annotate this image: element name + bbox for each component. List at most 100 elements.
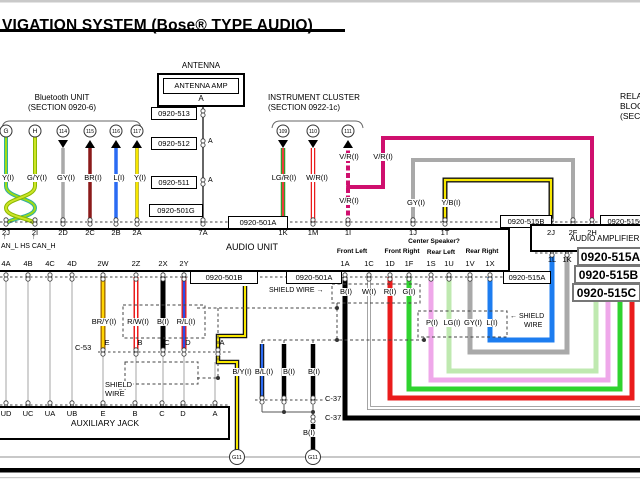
inline-a-1: A bbox=[208, 138, 213, 145]
junction-dot bbox=[346, 185, 350, 189]
wl-yb: Y/B(I) bbox=[440, 199, 461, 207]
connector-symbol bbox=[443, 218, 447, 222]
connector-symbol bbox=[407, 277, 411, 281]
connector-symbol bbox=[216, 348, 220, 352]
connector-symbol bbox=[133, 401, 137, 405]
antenna-label: ANTENNA bbox=[182, 62, 220, 70]
connector-symbol bbox=[26, 273, 30, 277]
connector-symbol bbox=[429, 277, 433, 281]
connector-symbol bbox=[213, 401, 217, 405]
arrow-down-icon bbox=[58, 140, 68, 148]
connector-symbol bbox=[260, 400, 264, 404]
connector-symbol bbox=[101, 352, 105, 356]
aux-jack-pins-UD: UD bbox=[1, 410, 12, 418]
connector-symbol bbox=[48, 277, 52, 281]
wl-lgr: LG/R(I) bbox=[271, 174, 298, 182]
audio-unit-bottom-pins-1C: 1C bbox=[364, 260, 374, 268]
terminal-label: 117 bbox=[133, 129, 141, 135]
audio-unit-bottom-pins-2X: 2X bbox=[158, 260, 167, 268]
audio-unit-bottom-pins-4C: 4C bbox=[45, 260, 55, 268]
aux-jack-pins-UC: UC bbox=[23, 410, 34, 418]
bluetooth-name: Bluetooth UNIT bbox=[35, 94, 90, 102]
connector-symbol bbox=[260, 396, 264, 400]
wl-bt-l: L(I) bbox=[112, 174, 125, 182]
connector-symbol bbox=[134, 273, 138, 277]
amplifier-top-pins-2F: 2F bbox=[569, 229, 578, 237]
connector-symbol bbox=[388, 277, 392, 281]
connector-symbol bbox=[33, 222, 37, 226]
audio-unit-bottom-pins-2Z: 2Z bbox=[132, 260, 141, 268]
connector-symbol bbox=[160, 401, 164, 405]
connector-symbol bbox=[161, 348, 165, 352]
audio-unit-bottom-pins-1D: 1D bbox=[385, 260, 395, 268]
inline-a-2: A bbox=[208, 177, 213, 184]
code-0920-512: 0920-512 bbox=[151, 137, 197, 150]
rear-left-label: Rear Left bbox=[427, 250, 455, 257]
connector-symbol bbox=[101, 277, 105, 281]
connector-symbol bbox=[101, 401, 105, 405]
relay-line2: BLOCK bbox=[620, 102, 640, 111]
connector-symbol bbox=[161, 352, 165, 356]
wl-bt-gy: GY(I) bbox=[56, 174, 76, 182]
terminal-label: 114 bbox=[59, 129, 67, 135]
audio-unit-bottom-pins-2Y: 2Y bbox=[179, 260, 188, 268]
wl-wr: W/R(I) bbox=[305, 174, 329, 182]
wl-bt-br: BR(I) bbox=[83, 174, 103, 182]
connector-symbol bbox=[411, 222, 415, 226]
c37-label-2: C-37 bbox=[325, 414, 341, 422]
cluster-section: (SECTION 0922-1c) bbox=[268, 104, 340, 112]
audio-unit-top-pins-2D: 2D bbox=[58, 229, 68, 237]
front-left-label: Front Left bbox=[337, 249, 367, 256]
antenna-amp-box: ANTENNA AMP bbox=[163, 78, 239, 94]
audio-unit-top-pins-2C: 2C bbox=[85, 229, 95, 237]
wl-bry: BR/Y(I) bbox=[91, 318, 118, 326]
aux-jack-pins-C: C bbox=[159, 410, 164, 418]
c53-pins-D: D bbox=[185, 339, 190, 347]
audio-unit-bottom-pins-4A: 4A bbox=[1, 260, 10, 268]
connector-symbol bbox=[48, 273, 52, 277]
connector-symbol bbox=[590, 218, 594, 222]
wl-b2x: B(I) bbox=[156, 318, 170, 326]
connector-symbol bbox=[161, 277, 165, 281]
connector-symbol bbox=[367, 277, 371, 281]
connector-symbol bbox=[311, 419, 315, 423]
connector-symbol bbox=[101, 273, 105, 277]
audio-unit-bottom-pins-1S: 1S bbox=[426, 260, 435, 268]
audio-unit-top-pins-1T: 1T bbox=[441, 229, 450, 237]
wl-spk-l: L(I) bbox=[485, 319, 498, 327]
wl-rw: R/W(I) bbox=[126, 318, 150, 326]
audio-unit-top-pins-2I: 2I bbox=[32, 229, 38, 237]
audio-unit-bottom-pins-2W: 2W bbox=[97, 260, 108, 268]
audio-unit-bottom-pins-1X: 1X bbox=[485, 260, 494, 268]
code-0920-511: 0920-511 bbox=[151, 176, 197, 189]
terminal-label: G bbox=[3, 128, 8, 135]
connector-symbol bbox=[182, 348, 186, 352]
audio-unit-bottom-pins-1V: 1V bbox=[465, 260, 474, 268]
aux-jack-pins-UA: UA bbox=[45, 410, 55, 418]
audio-unit-top-pins-7A: 7A bbox=[198, 229, 207, 237]
connector-symbol bbox=[346, 222, 350, 226]
connector-symbol bbox=[282, 400, 286, 404]
arrow-up-icon bbox=[343, 140, 353, 148]
connector-symbol bbox=[201, 139, 205, 143]
relay-line3: (SECTION bbox=[620, 112, 640, 121]
connector-symbol bbox=[388, 273, 392, 277]
c53-pins-B: B bbox=[137, 339, 142, 347]
connector-symbol bbox=[4, 222, 8, 226]
wire-drain-join bbox=[262, 405, 313, 416]
wl-spk-r: R(I) bbox=[383, 288, 398, 296]
connector-symbol bbox=[134, 348, 138, 352]
code-0920-501B: 0920-501B bbox=[190, 271, 258, 284]
terminal-label: 116 bbox=[112, 129, 120, 135]
rear-right-label: Rear Right bbox=[466, 249, 499, 256]
audio-unit-bottom-pins-1U: 1U bbox=[444, 260, 454, 268]
connector-symbol bbox=[33, 218, 37, 222]
junction-dot bbox=[422, 338, 426, 342]
stack-0920-515C: 0920-515C bbox=[572, 283, 640, 302]
junction-dot bbox=[282, 410, 286, 414]
wl-drain-b1: B(I) bbox=[282, 368, 296, 376]
terminal-label: H bbox=[33, 128, 38, 135]
stack-0920-515B: 0920-515B bbox=[574, 265, 640, 284]
aux-jack-pins-E: E bbox=[100, 410, 105, 418]
shield-label-rear-2: WIRE bbox=[523, 322, 543, 329]
